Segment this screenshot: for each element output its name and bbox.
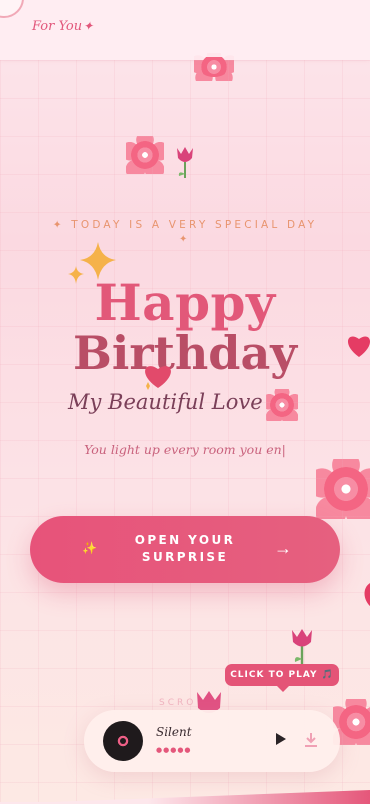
vinyl-disc-icon — [103, 721, 143, 761]
subtitle: My Beautiful Love — [68, 390, 263, 414]
brand-logo[interactable]: For You✦ — [32, 19, 93, 34]
track-progress-dots: ●●●●● — [156, 746, 192, 754]
cherry-blossom-icon — [125, 135, 165, 175]
cherry-blossom-icon — [265, 388, 299, 422]
scroll-hint: SCRO — [159, 698, 197, 708]
title-birthday: Birthday — [73, 326, 297, 380]
cherry-blossom-icon — [193, 53, 235, 81]
brand-text: For You — [32, 19, 83, 34]
cta-line-1: OPEN YOUR — [134, 533, 236, 547]
tulip-icon — [177, 147, 193, 178]
tagline-star-icon: ✦ — [179, 234, 188, 245]
cta-line-2: SURPRISE — [141, 550, 229, 564]
open-surprise-button[interactable]: ✨ OPEN YOUR SURPRISE → — [30, 516, 340, 583]
play-icon[interactable] — [276, 733, 286, 745]
corner-badge — [0, 0, 24, 18]
music-player: Silent ●●●●● — [84, 710, 340, 772]
title-happy: Happy — [94, 273, 276, 332]
tagline: ✦ TODAY IS A VERY SPECIAL DAY — [52, 219, 318, 231]
heart-icon — [364, 583, 370, 607]
brand-star-icon: ✦ — [83, 19, 94, 33]
heart-icon — [348, 336, 370, 357]
typed-message: You light up every room you en| — [84, 442, 286, 457]
tulip-icon — [292, 629, 312, 664]
cherry-blossom-icon — [316, 459, 370, 519]
download-icon[interactable] — [304, 732, 318, 748]
heart-icon — [145, 366, 171, 390]
cherry-blossom-icon — [332, 698, 370, 746]
track-name: Silent — [156, 725, 192, 739]
sparkle-icon: ✨ — [82, 541, 97, 555]
top-bar: For You✦ — [0, 0, 370, 60]
click-to-play-tooltip[interactable]: CLICK TO PLAY 🎵 — [225, 664, 339, 692]
open-surprise-label: OPEN YOUR SURPRISE — [130, 532, 240, 566]
arrow-right-icon: → — [274, 538, 292, 558]
